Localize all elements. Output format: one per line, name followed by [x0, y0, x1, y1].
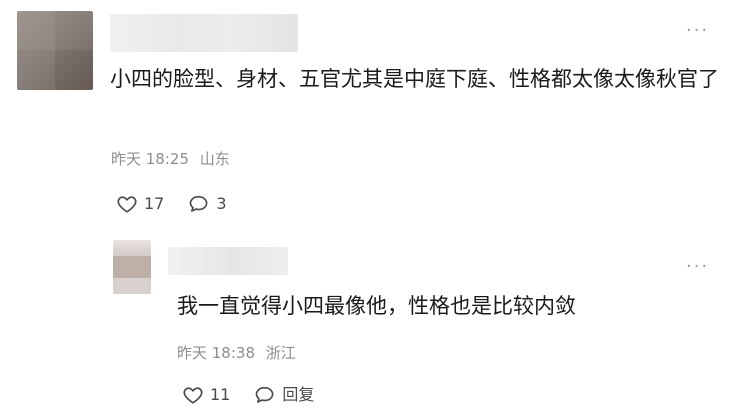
reply-actions: 11 回复: [182, 383, 314, 407]
reply-avatar[interactable]: [113, 240, 151, 294]
reply-location: 浙江: [265, 344, 296, 362]
reply-like-count: 11: [210, 385, 231, 404]
reply-count: 3: [216, 194, 227, 213]
more-options-icon[interactable]: ···: [686, 22, 709, 40]
ellipsis-icon: ···: [686, 256, 710, 277]
heart-outline-icon: [116, 193, 138, 215]
username-redacted[interactable]: [110, 14, 298, 52]
reply-label: 回复: [282, 385, 315, 404]
speech-bubble-icon: [188, 193, 210, 215]
reply-button[interactable]: 回复: [254, 383, 314, 407]
reply-like-button[interactable]: 11: [182, 383, 230, 407]
like-button[interactable]: 17: [116, 192, 164, 216]
comment-text: 小四的脸型、身材、五官尤其是中庭下庭、性格都太像太像秋官了: [110, 67, 719, 91]
heart-outline-icon: [182, 384, 204, 406]
reply-more-options-icon[interactable]: ···: [686, 258, 709, 276]
comment-time: 昨天 18:25: [111, 150, 189, 168]
reply-count-button[interactable]: 3: [188, 192, 227, 216]
reply-username-redacted[interactable]: [168, 247, 288, 275]
speech-bubble-icon: [254, 384, 276, 406]
comment: ··· 小四的脸型、身材、五官尤其是中庭下庭、性格都太像太像秋官了 昨天 18:…: [0, 0, 740, 230]
comment-actions: 17 3: [116, 192, 227, 216]
reply-meta: 昨天 18:38 浙江: [177, 344, 296, 362]
ellipsis-icon: ···: [686, 20, 710, 41]
like-count: 17: [144, 194, 165, 213]
avatar[interactable]: [17, 11, 93, 90]
comment-location: 山东: [199, 150, 230, 168]
reply-text: 我一直觉得小四最像他，性格也是比较内敛: [177, 294, 576, 318]
reply: ··· 我一直觉得小四最像他，性格也是比较内敛 昨天 18:38 浙江 11 回…: [0, 230, 740, 408]
reply-time: 昨天 18:38: [177, 344, 255, 362]
comment-meta: 昨天 18:25 山东: [111, 150, 230, 168]
